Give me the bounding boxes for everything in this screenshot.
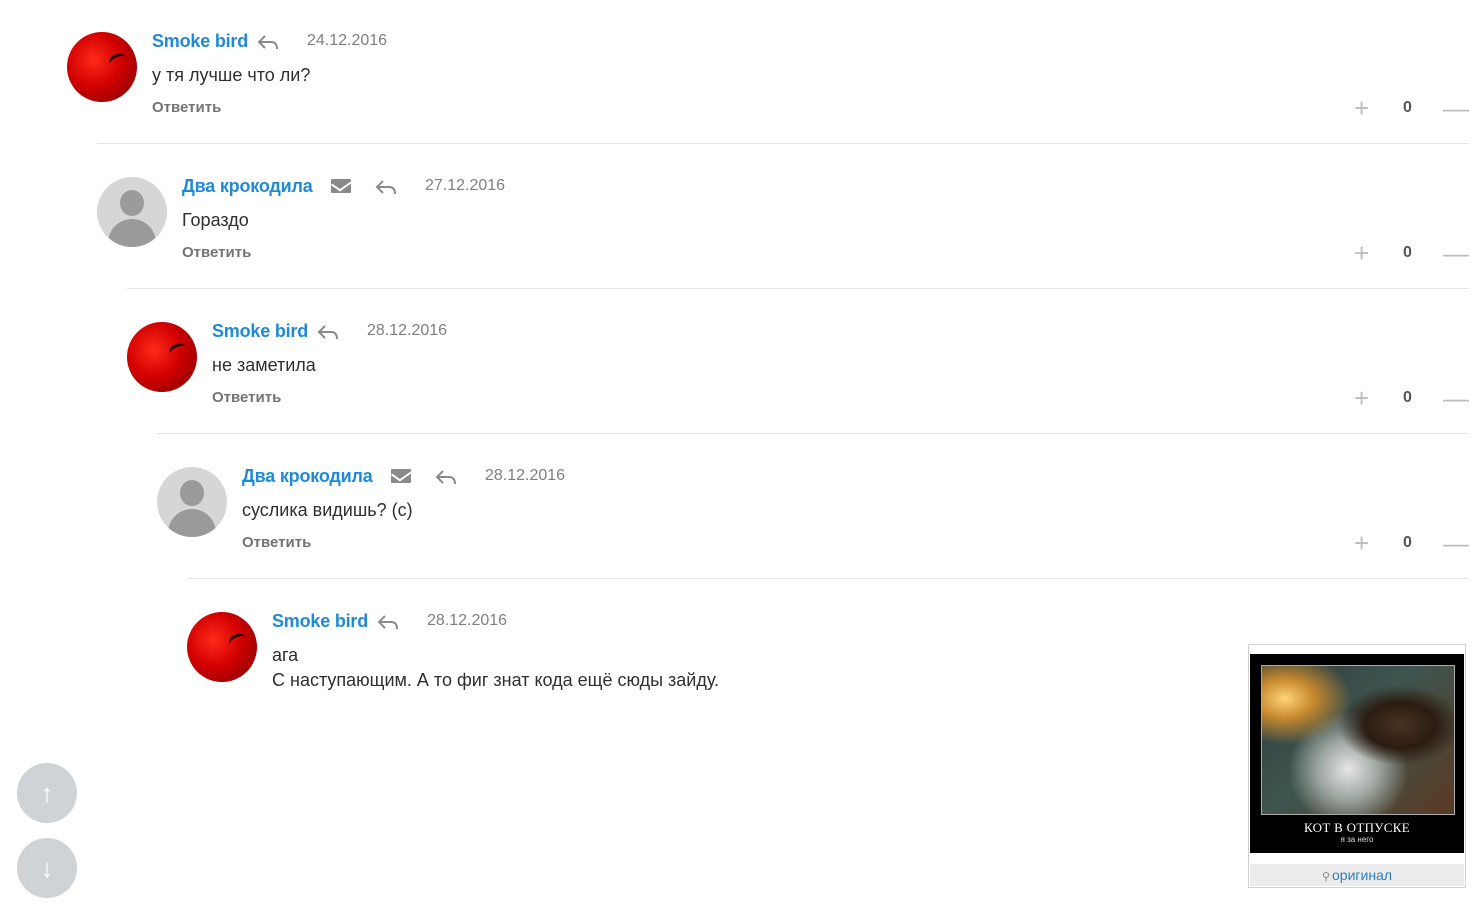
- author-name[interactable]: Два крокодила: [182, 176, 313, 197]
- minus-icon[interactable]: —: [1443, 240, 1469, 266]
- comment-text: суслика видишь? (с): [242, 498, 413, 523]
- author-name[interactable]: Smoke bird: [152, 31, 248, 52]
- avatar[interactable]: [97, 177, 167, 247]
- minus-icon[interactable]: —: [1443, 385, 1469, 411]
- reply-arrow-icon[interactable]: [317, 324, 339, 340]
- divider: [187, 578, 1469, 579]
- key-icon: ⚲: [1321, 871, 1331, 883]
- original-link[interactable]: ⚲ оригинал: [1250, 864, 1464, 886]
- comment-date: 28.12.2016: [367, 322, 448, 339]
- comment-line: не заметила: [212, 355, 316, 375]
- original-link-label: оригинал: [1332, 867, 1393, 883]
- vote-score: 0: [1403, 389, 1412, 406]
- comment-line: суслика видишь? (с): [242, 500, 413, 520]
- comment-text: ага С наступающим. А то фиг знат кода ещ…: [272, 643, 719, 693]
- avatar[interactable]: [157, 467, 227, 537]
- comment-line: ага: [272, 645, 299, 665]
- vote-score: 0: [1403, 244, 1412, 261]
- plus-icon[interactable]: +: [1354, 530, 1369, 556]
- promo-image[interactable]: КОТ В ОТПУСКЕ я за него: [1250, 654, 1464, 853]
- reply-button[interactable]: Ответить: [212, 389, 281, 406]
- comment-line: у тя лучше что ли?: [152, 65, 311, 85]
- promo-photo: [1261, 665, 1455, 815]
- comment-line: Гораздо: [182, 210, 249, 230]
- divider: [127, 288, 1469, 289]
- scroll-down-button[interactable]: ↓: [17, 838, 77, 898]
- plus-icon[interactable]: +: [1354, 240, 1369, 266]
- author-name[interactable]: Smoke bird: [272, 611, 368, 632]
- avatar[interactable]: [67, 32, 137, 102]
- reply-arrow-icon[interactable]: [257, 34, 279, 50]
- author-name[interactable]: Smoke bird: [212, 321, 308, 342]
- plus-icon[interactable]: +: [1354, 95, 1369, 121]
- promo-image-card: КОТ В ОТПУСКЕ я за него ⚲ оригинал: [1248, 644, 1466, 888]
- comment-text: Гораздо: [182, 208, 249, 233]
- divider: [157, 433, 1469, 434]
- mail-icon[interactable]: [391, 469, 411, 483]
- minus-icon[interactable]: —: [1443, 95, 1469, 121]
- promo-subcaption: я за него: [1340, 835, 1374, 844]
- reply-arrow-icon[interactable]: [375, 179, 397, 195]
- avatar[interactable]: [127, 322, 197, 392]
- reply-arrow-icon[interactable]: [435, 469, 457, 485]
- mail-icon[interactable]: [331, 179, 351, 193]
- promo-caption: КОТ В ОТПУСКЕ: [1304, 820, 1410, 835]
- comment-date: 24.12.2016: [307, 32, 388, 49]
- arrow-up-icon: ↑: [40, 778, 54, 808]
- plus-icon[interactable]: +: [1354, 385, 1369, 411]
- vote-score: 0: [1403, 534, 1412, 551]
- arrow-down-icon: ↓: [40, 853, 54, 883]
- comment-date: 27.12.2016: [425, 177, 506, 194]
- avatar[interactable]: [187, 612, 257, 682]
- reply-button[interactable]: Ответить: [242, 534, 311, 551]
- reply-button[interactable]: Ответить: [182, 244, 251, 261]
- author-name[interactable]: Два крокодила: [242, 466, 373, 487]
- divider: [97, 143, 1469, 144]
- reply-arrow-icon[interactable]: [377, 614, 399, 630]
- reply-button[interactable]: Ответить: [152, 99, 221, 116]
- minus-icon[interactable]: —: [1443, 530, 1469, 556]
- comment-date: 28.12.2016: [427, 612, 508, 629]
- comment-date: 28.12.2016: [485, 467, 566, 484]
- scroll-up-button[interactable]: ↑: [17, 763, 77, 823]
- comment-text: не заметила: [212, 353, 316, 378]
- comment-line: С наступающим. А то фиг знат кода ещё сю…: [272, 670, 720, 690]
- vote-score: 0: [1403, 99, 1412, 116]
- comment-text: у тя лучше что ли?: [152, 63, 310, 88]
